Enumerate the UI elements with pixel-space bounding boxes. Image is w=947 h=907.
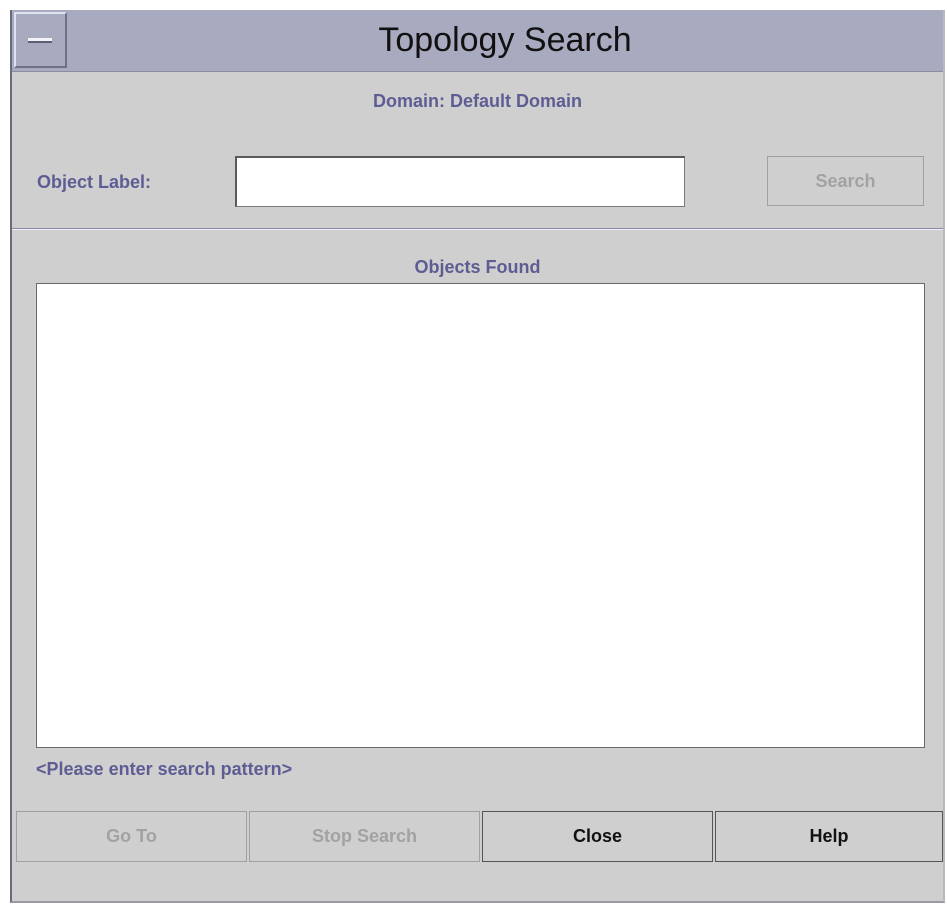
title-bar[interactable]: Topology Search	[12, 10, 943, 72]
objects-found-heading: Objects Found	[414, 257, 541, 277]
objects-found-list[interactable]	[36, 283, 925, 748]
help-button[interactable]: Help	[715, 811, 943, 862]
window-title: Topology Search	[378, 21, 632, 59]
status-message: <Please enter search pattern>	[36, 759, 293, 779]
window-menu-button[interactable]	[14, 12, 67, 68]
section-divider	[12, 228, 943, 230]
window-menu-icon	[28, 38, 52, 43]
object-label-input[interactable]	[235, 156, 685, 207]
topology-search-window: Topology Search Domain: Default Domain O…	[10, 10, 945, 903]
stop-search-button[interactable]: Stop Search	[249, 811, 480, 862]
close-button[interactable]: Close	[482, 811, 713, 862]
object-label-caption: Object Label:	[37, 172, 152, 192]
search-button[interactable]: Search	[767, 156, 924, 206]
domain-label: Domain: Default Domain	[372, 91, 582, 111]
go-to-button[interactable]: Go To	[16, 811, 247, 862]
